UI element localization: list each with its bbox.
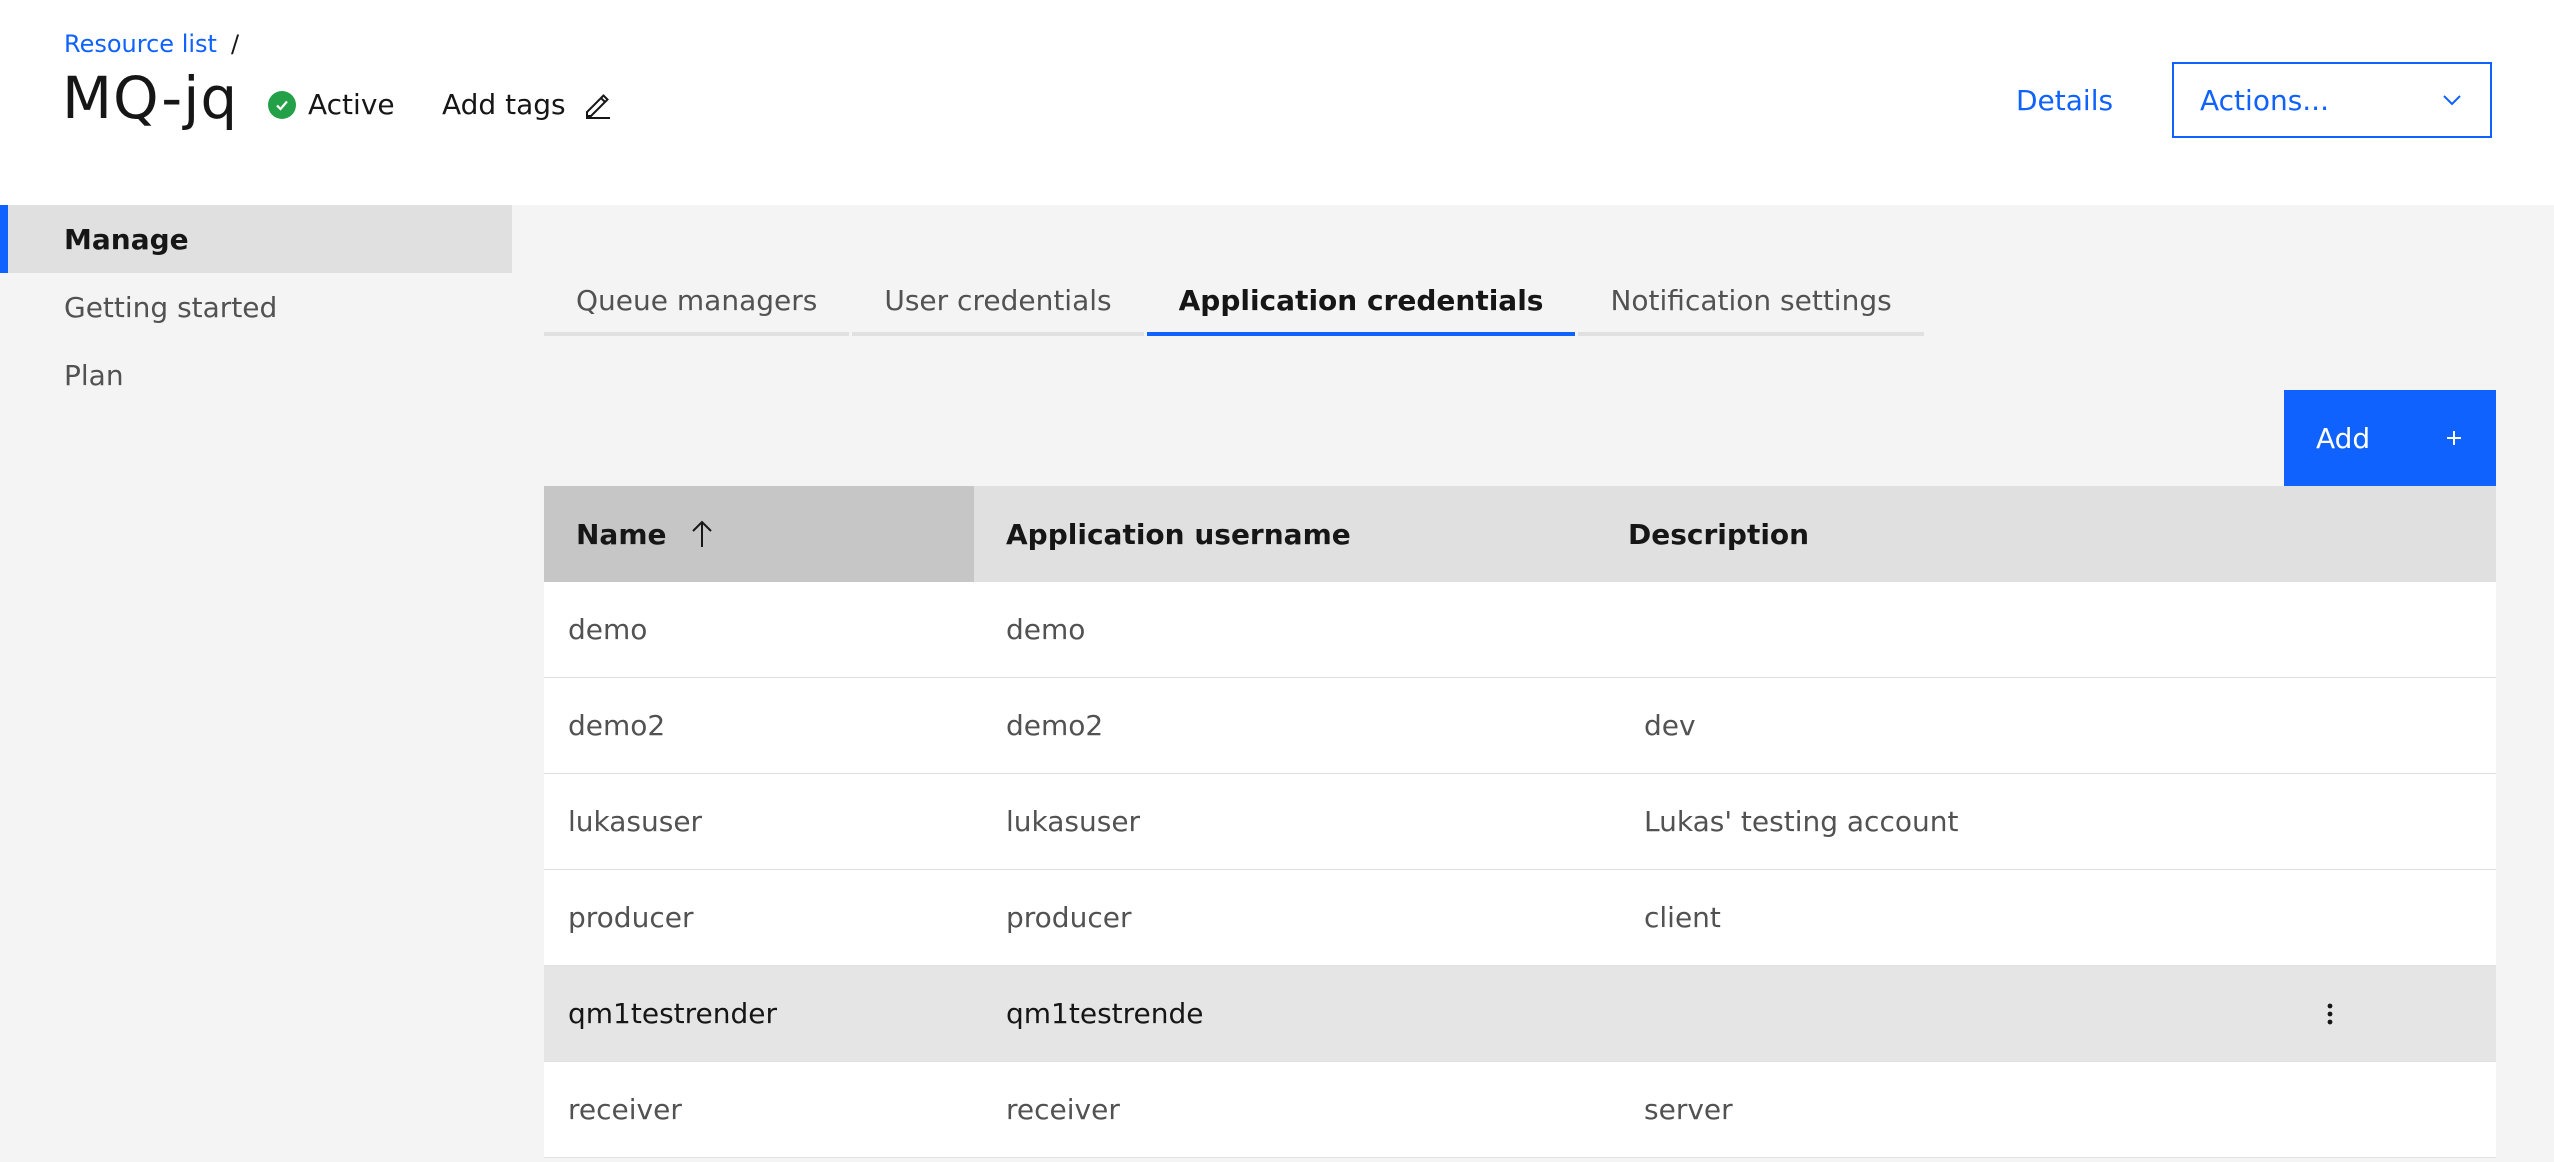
plus-icon [2447, 431, 2461, 445]
status-label: Active [308, 88, 395, 121]
cell-name: lukasuser [568, 805, 703, 838]
table-row[interactable]: demo2 demo2 dev [544, 678, 2496, 774]
cell-description: dev [1644, 709, 1696, 742]
sidebar-item-label: Plan [64, 358, 124, 392]
cell-name: demo2 [568, 709, 666, 742]
tab-user-credentials[interactable]: User credentials [852, 268, 1144, 336]
cell-name: qm1testrender [568, 997, 778, 1030]
column-header-label: Description [1628, 517, 1810, 551]
status-badge: Active [268, 88, 395, 121]
breadcrumb-resource-list-link[interactable]: Resource list [64, 30, 217, 58]
add-tags-button[interactable]: Add tags [442, 88, 612, 121]
cell-username: receiver [1006, 1093, 1120, 1126]
actions-dropdown[interactable]: Actions... [2172, 62, 2492, 138]
column-header-username[interactable]: Application username [974, 486, 1628, 582]
table-row[interactable]: producer producer client [544, 870, 2496, 966]
table-row[interactable]: receiver receiver server [544, 1062, 2496, 1158]
sidebar-item-label: Getting started [64, 290, 278, 324]
page-title: MQ-jq [62, 64, 239, 132]
checkmark-filled-icon [268, 90, 296, 119]
details-link[interactable]: Details [2016, 84, 2113, 117]
cell-username: demo2 [1006, 709, 1104, 742]
page-header: Resource list / MQ-jq Active Add tags Det… [0, 0, 2554, 205]
table-row[interactable]: qm1testrender qm1testrende [544, 966, 2496, 1062]
cell-name: receiver [568, 1093, 682, 1126]
table-row[interactable]: demo demo [544, 582, 2496, 678]
overflow-menu-icon[interactable] [2312, 996, 2348, 1032]
sidebar-nav: Manage Getting started Plan [0, 205, 512, 409]
cell-username: demo [1006, 613, 1086, 646]
column-header-label: Application username [1006, 517, 1351, 551]
tab-notification-settings[interactable]: Notification settings [1578, 268, 1924, 336]
cell-name: demo [568, 613, 648, 646]
column-header-label: Name [576, 517, 667, 551]
tab-application-credentials[interactable]: Application credentials [1146, 268, 1576, 336]
breadcrumb: Resource list / [64, 30, 239, 58]
credentials-table: Name Application username Description de… [544, 486, 2496, 1158]
column-header-name[interactable]: Name [544, 486, 974, 582]
cell-description: client [1644, 901, 1721, 934]
actions-dropdown-label: Actions... [2200, 83, 2329, 117]
cell-username: producer [1006, 901, 1132, 934]
column-header-description[interactable]: Description [1628, 486, 2496, 582]
add-button-label: Add [2316, 421, 2371, 455]
table-row[interactable]: lukasuser lukasuser Lukas' testing accou… [544, 774, 2496, 870]
table-header: Name Application username Description [544, 486, 2496, 582]
chevron-down-icon [2443, 95, 2461, 106]
arrow-up-icon [691, 520, 712, 547]
sidebar-item-manage[interactable]: Manage [0, 205, 512, 273]
tab-queue-managers[interactable]: Queue managers [544, 268, 850, 336]
sidebar-item-getting-started[interactable]: Getting started [0, 273, 512, 341]
cell-name: producer [568, 901, 694, 934]
cell-description: Lukas' testing account [1644, 805, 1959, 838]
add-tags-label: Add tags [442, 88, 566, 121]
edit-icon [585, 93, 610, 119]
cell-username: lukasuser [1006, 805, 1141, 838]
tab-list: Queue managers User credentials Applicat… [544, 268, 1927, 336]
sidebar-item-plan[interactable]: Plan [0, 341, 512, 409]
cell-username: qm1testrende [1006, 997, 1204, 1030]
cell-description: server [1644, 1093, 1733, 1126]
breadcrumb-separator: / [230, 30, 240, 58]
sidebar-item-label: Manage [64, 222, 189, 256]
add-button[interactable]: Add [2284, 390, 2496, 486]
